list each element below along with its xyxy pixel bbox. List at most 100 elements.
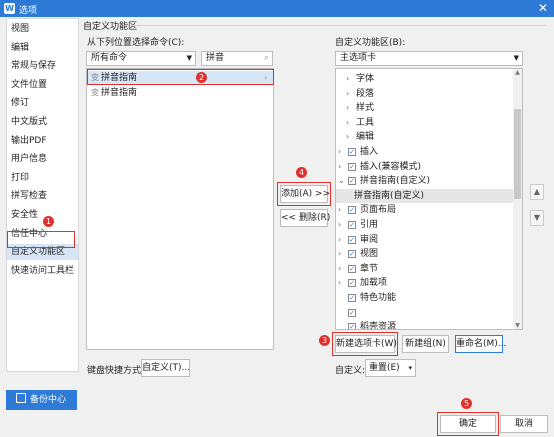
tree-item-label: 段落 [356, 88, 375, 99]
tree-item[interactable]: › ✓ 插入(兼容模式) [336, 160, 513, 174]
choose-commands-label: 从下列位置选择命令(C): [87, 38, 185, 48]
command-search-input[interactable]: 拼音 ⌕ [201, 51, 273, 66]
tree-item-label: 拼音指南(自定义) [360, 176, 431, 187]
remove-button[interactable]: << 删除(R) [280, 209, 330, 227]
search-value: 拼音 [206, 53, 225, 63]
tree-item-label: 引用 [360, 220, 379, 230]
chevron-right-icon[interactable]: › [338, 247, 341, 261]
nav-item[interactable]: 中文版式 [7, 114, 78, 130]
chevron-right-icon[interactable]: › [338, 203, 341, 217]
tree-item[interactable]: › ✓ 视图 [336, 247, 513, 261]
checkbox[interactable]: ✓ [348, 206, 356, 215]
ribbon-tree-scrollbar[interactable]: ▲ ▼ [513, 69, 522, 329]
close-icon[interactable]: ✕ [538, 1, 548, 15]
tree-item[interactable]: › 工具 [336, 116, 513, 130]
command-list[interactable]: 变拼音指南 › 变拼音指南 [86, 68, 274, 350]
chevron-right-icon[interactable]: › [346, 101, 349, 115]
annotation-box-new-tab [332, 332, 398, 356]
tree-item-label: 字体 [356, 74, 375, 84]
tree-item[interactable]: › ✓ 审阅 [336, 233, 513, 247]
tree-item-label: 特色功能 [360, 293, 397, 303]
tree-item-label: 审阅 [360, 234, 379, 245]
tree-item[interactable]: › ✓ 章节 [336, 262, 513, 276]
checkbox[interactable]: ✓ [348, 279, 356, 288]
chevron-right-icon[interactable]: › [346, 130, 349, 144]
tree-item[interactable]: › ✓ 页面布局 [336, 203, 513, 217]
tree-item-label: 工具 [356, 117, 375, 128]
tree-item-label: 视图 [360, 249, 379, 260]
tree-item[interactable]: › ✓ 插入 [336, 145, 513, 159]
group-divider [132, 25, 546, 26]
checkbox[interactable]: ✓ [348, 221, 356, 229]
search-icon: ⌕ [263, 53, 269, 63]
nav-item[interactable]: 编辑 [7, 40, 78, 56]
tree-item[interactable]: › ✓ 加载项 [336, 276, 513, 290]
tree-item-label: 稻壳资源 [360, 322, 397, 330]
nav-item[interactable]: 打印 [7, 170, 78, 186]
nav-item[interactable]: 拼写检查 [7, 188, 78, 204]
chevron-right-icon[interactable]: › [338, 145, 341, 159]
nav-item[interactable]: 修订 [7, 95, 78, 111]
app-icon: W [4, 3, 15, 14]
customize-shortcut-button[interactable]: 自定义(T)... [141, 359, 190, 377]
keyboard-shortcut-label: 键盘快捷方式: [87, 366, 145, 376]
annotation-badge-2: 2 [196, 72, 207, 83]
checkbox[interactable]: ✓ [348, 264, 356, 273]
tree-item[interactable]: › ✓ 引用 [336, 218, 513, 232]
checkbox[interactable]: ✓ [348, 323, 356, 329]
tree-item[interactable]: › 字体 [336, 72, 513, 86]
chevron-down-icon[interactable]: ⌄ [338, 174, 345, 188]
nav-item[interactable]: 文件位置 [7, 77, 78, 93]
annotation-badge-1: 1 [43, 216, 54, 227]
checkbox[interactable]: ✓ [348, 177, 356, 186]
command-source-value: 所有命令 [91, 53, 128, 63]
reset-button[interactable]: 重置(E) ▾ [365, 359, 416, 377]
list-item[interactable]: 变拼音指南 [87, 86, 273, 100]
tree-item-label: 页面布局 [360, 205, 397, 216]
rename-button[interactable]: 重命名(M)... [455, 335, 506, 353]
ribbon-tabs-select[interactable]: 主选项卡 ▼ [335, 51, 523, 66]
tree-item[interactable]: › 样式 [336, 101, 513, 115]
tree-item-label: 插入 [360, 147, 379, 157]
checkbox[interactable]: ✓ [348, 294, 356, 302]
group-title: 自定义功能区 [83, 22, 138, 32]
tree-item[interactable]: › 编辑 [336, 130, 513, 144]
backup-center-button[interactable]: 备份中心 [6, 390, 77, 410]
checkbox[interactable]: ✓ [348, 148, 356, 156]
scroll-down-icon[interactable]: ▼ [513, 322, 522, 329]
tree-item[interactable]: ⌄ ✓ 拼音指南(自定义) [336, 174, 513, 188]
tree-item[interactable]: 拼音指南(自定义) [336, 188, 513, 203]
chevron-right-icon[interactable]: › [346, 72, 349, 86]
scroll-thumb[interactable] [514, 109, 521, 199]
cancel-button[interactable]: 取消 [500, 415, 548, 433]
chevron-right-icon[interactable]: › [346, 87, 349, 101]
checkbox[interactable]: ✓ [348, 162, 356, 171]
command-source-select[interactable]: 所有命令 ▼ [86, 51, 196, 66]
move-down-button[interactable]: ▼ [530, 210, 544, 226]
move-up-button[interactable]: ▲ [530, 184, 544, 200]
nav-item[interactable]: 用户信息 [7, 151, 78, 167]
checkbox[interactable]: ✓ [348, 250, 356, 259]
backup-icon [16, 393, 26, 403]
tree-item[interactable]: ✓ 特色功能 [336, 291, 513, 305]
chevron-right-icon[interactable]: › [338, 233, 341, 247]
nav-item[interactable]: 输出PDF [7, 133, 78, 149]
annotation-badge-3: 3 [319, 335, 330, 346]
nav-item[interactable]: 快速访问工具栏 [7, 263, 78, 279]
chevron-right-icon[interactable]: › [338, 218, 341, 232]
chevron-right-icon[interactable]: › [338, 160, 341, 174]
chevron-right-icon[interactable]: › [338, 262, 341, 276]
tree-item[interactable]: ✓ 稻壳资源 [336, 320, 513, 330]
scroll-up-icon[interactable]: ▲ [513, 69, 522, 76]
chevron-right-icon[interactable]: › [338, 276, 341, 290]
ribbon-tree[interactable]: › 字体 › 段落 › 样式 › 工具 › 编辑 › ✓ 插入 › ✓ 插入(兼容模式) ⌄ ✓ 拼音指南(自定义)… [335, 68, 523, 330]
nav-item[interactable]: 常规与保存 [7, 58, 78, 74]
checkbox[interactable]: ✓ [348, 308, 356, 317]
nav-item[interactable]: 视图 [7, 21, 78, 37]
tree-item[interactable]: ✓ [336, 306, 513, 320]
chevron-right-icon[interactable]: › [346, 116, 349, 130]
new-group-button[interactable]: 新建组(N) [402, 335, 449, 353]
tree-item[interactable]: › 段落 [336, 87, 513, 101]
checkbox[interactable]: ✓ [348, 235, 356, 244]
chevron-down-icon: ▼ [186, 54, 192, 62]
